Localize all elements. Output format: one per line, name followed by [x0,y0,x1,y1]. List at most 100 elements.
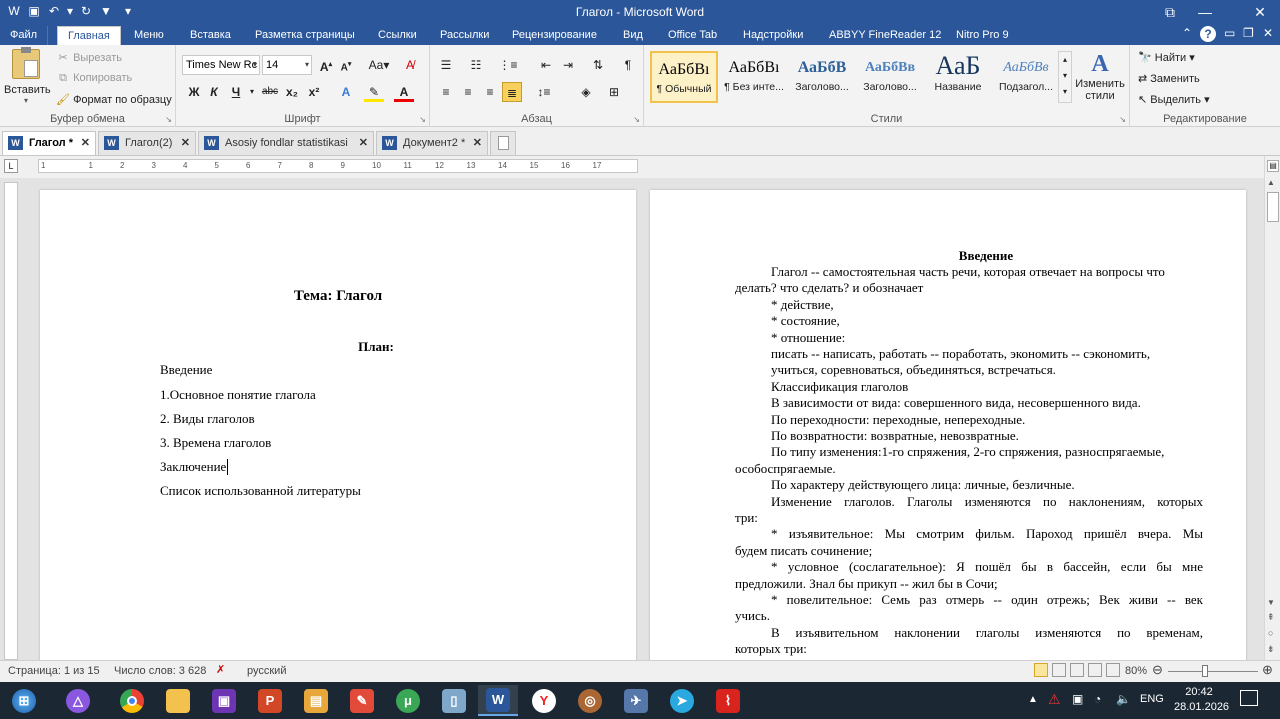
clear-format-icon[interactable]: A̸ [400,55,420,75]
taskbar-app[interactable] [112,685,152,716]
ribbon-collapse-icon[interactable]: ⌃ [1182,26,1192,40]
close-icon[interactable]: ✕ [181,132,190,154]
clipboard-launcher-icon[interactable]: ↘ [165,115,172,124]
tab-file[interactable]: Файл [0,26,49,45]
taskbar-app[interactable]: ▣ [204,685,244,716]
font-color-icon[interactable]: A [394,82,414,102]
select-button[interactable]: ↖ Выделить ▾ [1138,93,1210,106]
font-launcher-icon[interactable]: ↘ [419,115,426,124]
style-subtitle[interactable]: АаБбВв Подзагол... [992,51,1060,103]
zoom-in-icon[interactable]: ⊕ [1262,662,1273,678]
prev-page-icon[interactable]: ⇞ [1267,612,1275,623]
ruler-toggle-icon[interactable]: ▤ [1267,160,1279,172]
doc-tab-document2[interactable]: W Документ2 * ✕ [376,131,488,155]
tab-addins[interactable]: Надстройки [743,26,803,45]
taskbar-app[interactable]: ▤ [296,685,336,716]
show-marks-icon[interactable]: ¶ [618,55,638,75]
doc-tab-asosiy[interactable]: W Asosiy fondlar statistikasi ✕ [198,131,374,155]
tab-view[interactable]: Вид [623,26,643,45]
warning-icon[interactable]: ⚠ [1048,691,1061,708]
line-spacing-icon[interactable]: ↕≡ [534,82,554,102]
zoom-out-icon[interactable]: ⊖ [1152,662,1163,678]
word-count[interactable]: Число слов: 3 628 [114,665,206,677]
tab-page-layout[interactable]: Разметка страницы [255,26,355,45]
minimize-button[interactable]: — [1190,0,1220,24]
taskbar-app[interactable]: Y [524,685,564,716]
tray-expand-icon[interactable]: ▲ [1028,694,1038,705]
close-icon[interactable]: ✕ [81,132,90,154]
paragraph-launcher-icon[interactable]: ↘ [633,115,640,124]
highlight-icon[interactable]: ✎ [364,82,384,102]
tab-home[interactable]: Главная [57,26,121,45]
taskbar-app[interactable]: ✎ [342,685,382,716]
tab-abbyy[interactable]: ABBYY FineReader 12 [829,26,941,45]
zoom-slider[interactable] [1168,671,1258,672]
change-case-button[interactable]: Aa▾ [366,55,392,75]
horizontal-ruler[interactable]: 1 1 2 3 4 5 6 7 8 9 10 11 12 13 14 15 16 17 [38,159,638,173]
taskbar-word[interactable]: W [478,685,518,716]
justify-icon[interactable]: ≣ [502,82,522,102]
help-icon[interactable]: ? [1200,26,1216,42]
doc-tab-glagol[interactable]: W Глагол * ✕ [2,131,96,155]
increase-indent-icon[interactable]: ⇥ [558,55,578,75]
bullets-icon[interactable]: ☰ [436,55,456,75]
tab-mailings[interactable]: Рассылки [440,26,489,45]
notifications-icon[interactable] [1240,690,1258,706]
taskbar-app[interactable]: ➤ [662,685,702,716]
text-effects-icon[interactable]: A [336,82,356,102]
wifi-icon[interactable]: ◔ [1094,692,1101,706]
doc-tab-glagol2[interactable]: W Глагол(2) ✕ [98,131,196,155]
style-no-spacing[interactable]: АаБбВı ¶ Без инте... [720,51,788,103]
page-2[interactable]: Введение Глагол -- самостоятельная часть… [650,190,1246,673]
italic-button[interactable]: К [204,82,224,102]
taskbar-app[interactable] [158,685,198,716]
scroll-down-icon[interactable]: ▼ [1267,598,1275,607]
scroll-thumb[interactable] [1267,192,1279,222]
align-right-icon[interactable]: ≡ [480,82,500,102]
next-page-icon[interactable]: ⇟ [1267,644,1275,655]
language-tray[interactable]: ENG [1140,693,1164,705]
zoom-level[interactable]: 80% [1125,665,1147,677]
draft-view-icon[interactable] [1106,663,1120,677]
subscript-button[interactable]: x₂ [282,82,302,102]
style-title[interactable]: АаБ Название [924,51,992,103]
multilevel-list-icon[interactable]: ⋮≡ [498,55,518,75]
shrink-font-icon[interactable]: A▾ [336,55,356,75]
zoom-slider-thumb[interactable] [1202,665,1208,677]
borders-icon[interactable]: ⊞ [604,82,624,102]
doc-restore-icon[interactable]: ❐ [1243,26,1254,40]
security-icon[interactable]: ▣ [1072,692,1083,706]
align-left-icon[interactable]: ≡ [436,82,456,102]
font-size-select[interactable]: 14 ▾ [262,55,312,75]
page-1[interactable]: Тема: Глагол План: Введение 1.Основное п… [40,190,636,670]
page-counter[interactable]: Страница: 1 из 15 [8,665,100,677]
sort-icon[interactable]: ⇅ [588,55,608,75]
tab-review[interactable]: Рецензирование [512,26,597,45]
taskbar-app[interactable]: ⌇ [708,685,748,716]
browse-object-icon[interactable]: ○ [1268,628,1273,638]
strikethrough-button[interactable]: abc [260,82,280,102]
language-indicator[interactable]: русский [247,665,286,677]
shading-icon[interactable]: ◈ [576,82,596,102]
cut-button[interactable]: ✂ Вырезать [56,51,122,64]
web-layout-icon[interactable] [1070,663,1084,677]
style-normal[interactable]: АаБбВı ¶ Обычный [650,51,718,103]
new-tab-button[interactable] [490,131,516,155]
style-heading2[interactable]: АаБбВв Заголово... [856,51,924,103]
underline-dropdown-icon[interactable]: ▾ [242,82,262,102]
numbering-icon[interactable]: ☷ [466,55,486,75]
styles-launcher-icon[interactable]: ↘ [1119,115,1126,124]
clock[interactable]: 20:42 28.01.2026 [1174,685,1229,715]
taskbar-app[interactable]: △ [58,685,98,716]
font-name-select[interactable]: Times New Rc ▾ [182,55,260,75]
paste-button[interactable]: Вставить ▾ [4,47,51,105]
taskbar-app[interactable]: P [250,685,290,716]
close-icon[interactable]: ✕ [359,132,368,154]
styles-scroll[interactable]: ▴ ▾ ▾ [1058,51,1072,103]
close-button[interactable]: ✕ [1240,0,1280,24]
print-layout-icon[interactable] [1034,663,1048,677]
tab-selector-icon[interactable]: L [4,159,18,173]
volume-icon[interactable]: 🔈 [1116,692,1131,706]
taskbar-app[interactable]: μ [388,685,428,716]
proofing-icon[interactable]: ✗ [216,663,225,676]
